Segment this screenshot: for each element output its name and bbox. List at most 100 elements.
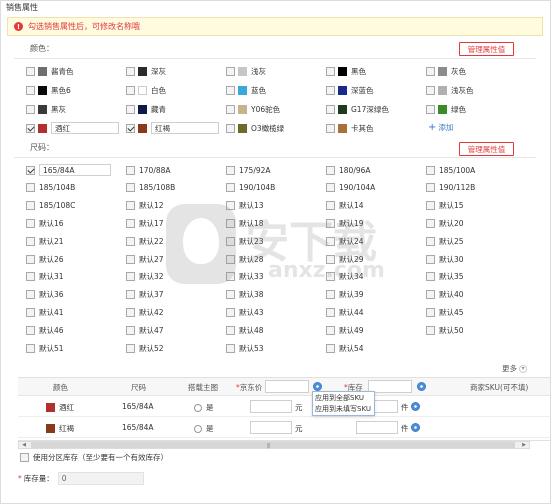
size-option[interactable]: 默认27	[126, 252, 226, 266]
size-checkbox[interactable]	[226, 183, 235, 193]
size-checkbox[interactable]	[226, 272, 235, 282]
size-option[interactable]: 默认37	[126, 288, 226, 302]
color-checkbox[interactable]	[426, 85, 435, 95]
color-checkbox[interactable]	[126, 85, 135, 95]
size-checkbox[interactable]	[226, 165, 235, 175]
size-checkbox[interactable]	[26, 343, 35, 353]
size-option[interactable]: 默认25	[426, 234, 526, 248]
color-option[interactable]: 酒红	[26, 121, 126, 135]
batch-price-input[interactable]	[265, 380, 309, 393]
main-image-radio[interactable]	[194, 403, 202, 412]
color-option[interactable]: 浅灰	[226, 64, 326, 78]
color-option[interactable]: 藏青	[126, 102, 226, 116]
size-checkbox[interactable]	[226, 325, 235, 335]
size-option[interactable]: 默认48	[226, 323, 326, 337]
size-checkbox[interactable]	[326, 236, 335, 246]
scroll-right-icon[interactable]: ▶	[519, 442, 529, 448]
color-option[interactable]: 绿色	[426, 102, 526, 116]
color-checkbox[interactable]	[226, 66, 235, 76]
size-option[interactable]: 默认35	[426, 270, 526, 284]
size-checkbox[interactable]	[126, 343, 135, 353]
horizontal-scrollbar[interactable]: ◀ ||| ▶	[18, 441, 530, 449]
size-option[interactable]: 默认49	[326, 323, 426, 337]
size-checkbox[interactable]	[326, 201, 335, 211]
size-checkbox[interactable]	[426, 325, 435, 335]
size-option[interactable]: 默认45	[426, 305, 526, 319]
color-option[interactable]: 深灰	[126, 64, 226, 78]
color-option[interactable]: Y06驼色	[226, 102, 326, 116]
scroll-left-icon[interactable]: ◀	[19, 442, 29, 448]
size-checkbox[interactable]	[326, 183, 335, 193]
size-checkbox[interactable]	[26, 325, 35, 335]
size-option[interactable]: 默认40	[426, 288, 526, 302]
size-option[interactable]: 默认53	[226, 341, 326, 355]
color-checkbox[interactable]	[326, 123, 335, 133]
size-option[interactable]: 默认20	[426, 216, 526, 230]
size-name-input[interactable]: 165/84A	[39, 164, 111, 176]
size-checkbox[interactable]	[26, 307, 35, 317]
size-option[interactable]: 默认33	[226, 270, 326, 284]
size-option[interactable]: 默认23	[226, 234, 326, 248]
size-option[interactable]: 默认22	[126, 234, 226, 248]
size-option[interactable]: 175/92A	[226, 163, 326, 177]
size-checkbox[interactable]	[126, 165, 135, 175]
color-name-input[interactable]: 酒红	[51, 122, 119, 134]
size-option[interactable]: 默认24	[326, 234, 426, 248]
size-checkbox[interactable]	[126, 254, 135, 264]
size-option[interactable]: 185/104B	[26, 181, 126, 195]
size-option[interactable]: 190/104B	[226, 181, 326, 195]
size-checkbox[interactable]	[426, 272, 435, 282]
size-checkbox[interactable]	[226, 218, 235, 228]
color-option[interactable]: 灰色	[426, 64, 526, 78]
size-checkbox[interactable]	[26, 218, 35, 228]
size-option[interactable]: 默认17	[126, 216, 226, 230]
color-name-input[interactable]: 红褐	[151, 122, 219, 134]
size-option[interactable]: 默认26	[26, 252, 126, 266]
color-checkbox[interactable]	[426, 104, 435, 114]
size-checkbox[interactable]	[326, 254, 335, 264]
apply-all-skus-option[interactable]: 应用到全部SKU	[315, 393, 372, 404]
size-option[interactable]: 默认41	[26, 305, 126, 319]
color-option[interactable]: O3橄榄绿	[226, 121, 326, 135]
sku-stock-input[interactable]	[356, 421, 398, 434]
gear-icon[interactable]	[411, 423, 420, 432]
size-option[interactable]: 默认36	[26, 288, 126, 302]
size-option[interactable]: 默认30	[426, 252, 526, 266]
size-checkbox[interactable]	[226, 343, 235, 353]
color-checkbox[interactable]	[226, 104, 235, 114]
color-option[interactable]: 卡其色	[326, 121, 426, 135]
size-checkbox[interactable]	[426, 183, 435, 193]
size-checkbox[interactable]	[226, 290, 235, 300]
color-option[interactable]: 蓝色	[226, 83, 326, 97]
size-option[interactable]: 默认34	[326, 270, 426, 284]
size-option[interactable]: 默认16	[26, 216, 126, 230]
more-sizes-toggle[interactable]: 更多 ▾	[502, 363, 527, 374]
color-checkbox[interactable]	[26, 66, 35, 76]
color-checkbox[interactable]	[26, 123, 35, 133]
scroll-thumb[interactable]: |||	[31, 442, 515, 449]
apply-empty-skus-option[interactable]: 应用到未填写SKU	[315, 404, 372, 415]
size-option[interactable]: 默认52	[126, 341, 226, 355]
size-option[interactable]: 默认43	[226, 305, 326, 319]
color-checkbox[interactable]	[26, 104, 35, 114]
color-checkbox[interactable]	[226, 85, 235, 95]
size-option[interactable]: 默认14	[326, 199, 426, 213]
size-option[interactable]: 默认32	[126, 270, 226, 284]
size-checkbox[interactable]	[326, 272, 335, 282]
size-checkbox[interactable]	[326, 165, 335, 175]
size-option[interactable]: 默认18	[226, 216, 326, 230]
size-option[interactable]: 默认46	[26, 323, 126, 337]
size-checkbox[interactable]	[226, 201, 235, 211]
manage-sizes-button[interactable]: 管理属性值	[459, 142, 514, 156]
size-checkbox[interactable]	[326, 290, 335, 300]
zone-stock-option[interactable]: 使用分区库存（至少要有一个有效库存）	[20, 452, 168, 463]
color-option[interactable]: 白色	[126, 83, 226, 97]
color-checkbox[interactable]	[226, 123, 235, 133]
size-checkbox[interactable]	[126, 218, 135, 228]
size-checkbox[interactable]	[426, 236, 435, 246]
size-option[interactable]: 默认12	[126, 199, 226, 213]
color-option[interactable]: 黑色6	[26, 83, 126, 97]
size-checkbox[interactable]	[26, 290, 35, 300]
size-checkbox[interactable]	[426, 201, 435, 211]
color-checkbox[interactable]	[126, 104, 135, 114]
